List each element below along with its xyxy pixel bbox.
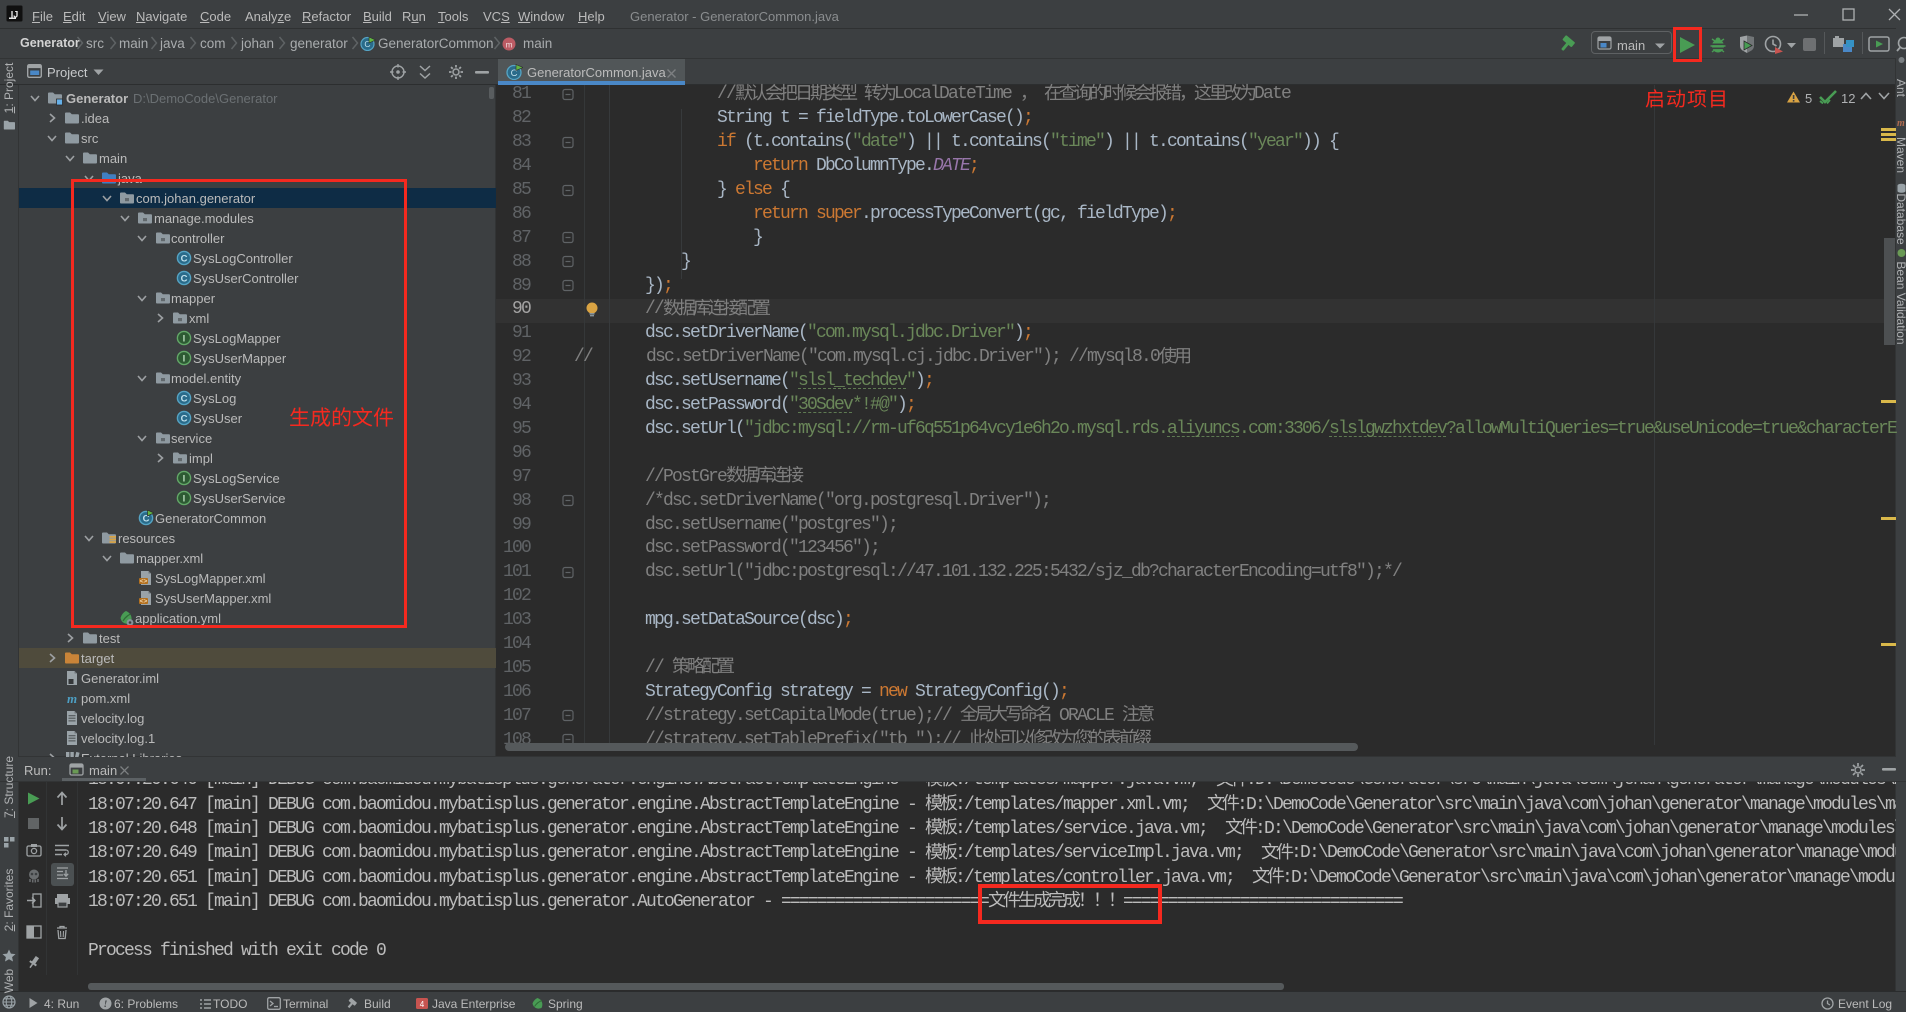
svg-text:m: m xyxy=(67,691,77,706)
svg-text:4: 4 xyxy=(420,1000,425,1009)
svg-text:m: m xyxy=(505,39,512,49)
svg-text:!: ! xyxy=(104,1000,108,1010)
svg-text:m: m xyxy=(1897,118,1905,127)
